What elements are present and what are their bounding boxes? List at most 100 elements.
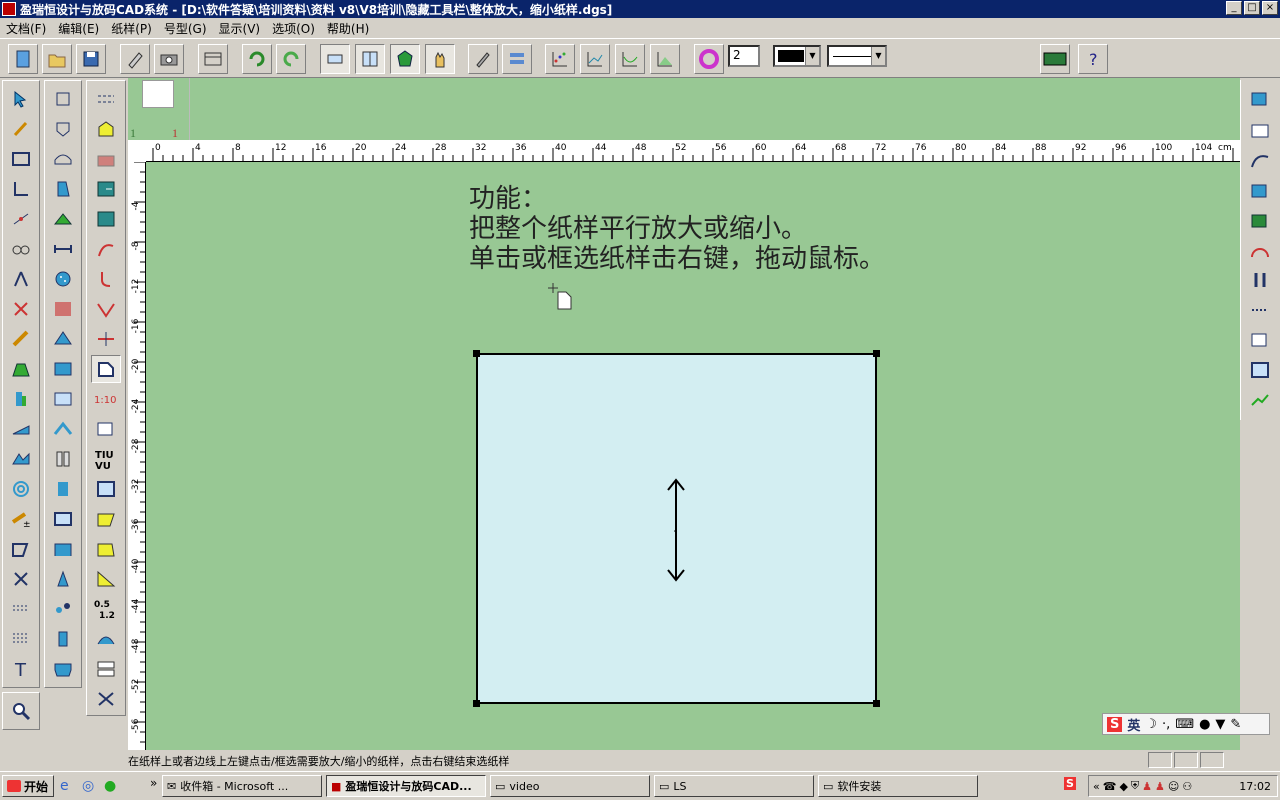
curve-chart-icon[interactable]: [615, 44, 645, 74]
sleeve-tool-icon[interactable]: [48, 175, 78, 203]
ratio-step-icon[interactable]: 0.5 1.2: [91, 595, 121, 623]
brush-icon[interactable]: [468, 44, 498, 74]
mirror-tool-icon[interactable]: [48, 385, 78, 413]
arrow-panel-icon[interactable]: [91, 175, 121, 203]
pocket-tool-icon[interactable]: [48, 115, 78, 143]
ie-icon[interactable]: e: [60, 778, 69, 794]
dotted-line-icon[interactable]: [1245, 296, 1275, 324]
wrench-icon[interactable]: ✎: [1230, 717, 1241, 732]
grade-chart-icon[interactable]: [580, 44, 610, 74]
menu-file[interactable]: 文档(F): [0, 20, 52, 37]
flip-tool-icon[interactable]: [48, 415, 78, 443]
align-tool-icon[interactable]: [1245, 266, 1275, 294]
pattern-piece[interactable]: [476, 353, 877, 704]
ime-toolbar[interactable]: S 英 ☽ ·, ⌨ ● ▼ ✎: [1102, 713, 1270, 735]
selection-handle[interactable]: [873, 350, 880, 357]
new-file-icon[interactable]: [8, 44, 38, 74]
hand-icon[interactable]: [425, 44, 455, 74]
network-icon[interactable]: ☎: [1103, 780, 1117, 793]
compass-tool-icon[interactable]: [6, 265, 36, 293]
gradient-chart-icon[interactable]: [650, 44, 680, 74]
arc-tool-icon[interactable]: [1245, 236, 1275, 264]
task-ls[interactable]: ▭ LS: [654, 775, 814, 797]
maximize-button[interactable]: □: [1244, 1, 1260, 15]
piece-tool-icon[interactable]: [48, 475, 78, 503]
collar-tool-icon[interactable]: [48, 145, 78, 173]
button-tool-icon[interactable]: [48, 265, 78, 293]
bend-tool-icon[interactable]: [91, 265, 121, 293]
undo-icon[interactable]: [242, 44, 272, 74]
pleat-tool-icon[interactable]: [6, 355, 36, 383]
grid-pattern-icon[interactable]: [355, 44, 385, 74]
table-icon[interactable]: [198, 44, 228, 74]
save-icon[interactable]: [76, 44, 106, 74]
pencil-icon[interactable]: [120, 44, 150, 74]
measure-grid-icon[interactable]: [91, 145, 121, 173]
task-video[interactable]: ▭ video: [490, 775, 650, 797]
menu-edit[interactable]: 编辑(E): [52, 20, 105, 37]
ime-mode[interactable]: 英: [1127, 715, 1140, 734]
curve-edit-icon[interactable]: [1245, 146, 1275, 174]
keyboard-icon[interactable]: ⌨: [1175, 717, 1194, 732]
building-tool-icon[interactable]: [91, 475, 121, 503]
spiral-tool-icon[interactable]: [6, 475, 36, 503]
selection-handle[interactable]: [473, 700, 480, 707]
scatter-icon[interactable]: [545, 44, 575, 74]
piece-info-icon[interactable]: [91, 415, 121, 443]
close-button[interactable]: ×: [1262, 1, 1278, 15]
blue-piece-icon[interactable]: [1245, 176, 1275, 204]
security-icon[interactable]: ◆: [1119, 780, 1127, 793]
slope-tool-icon[interactable]: [6, 415, 36, 443]
layers-icon[interactable]: [502, 44, 532, 74]
measure-icon[interactable]: [48, 235, 78, 263]
hem-tool-icon[interactable]: [48, 655, 78, 683]
grid-fill-icon[interactable]: [48, 295, 78, 323]
cut-tool-icon[interactable]: [6, 565, 36, 593]
chevron-down-icon[interactable]: ▼: [805, 47, 819, 65]
sogou-tray-icon[interactable]: S: [1064, 777, 1076, 790]
color-select[interactable]: ▼: [773, 45, 821, 67]
sewing-tool-icon[interactable]: [91, 625, 121, 653]
help-icon[interactable]: ?: [1078, 44, 1108, 74]
workspace[interactable]: 1 1 0 4 8 12 16 20 24 28 32 36 40 44 48 52 56 60 64 68 72 7…: [128, 78, 1240, 750]
camera-icon[interactable]: [154, 44, 184, 74]
text-tool-icon[interactable]: T: [6, 655, 36, 683]
pleat-fold-icon[interactable]: [48, 535, 78, 563]
scissors-tool-icon[interactable]: [6, 295, 36, 323]
quicklaunch-more-icon[interactable]: »: [150, 776, 157, 790]
user-tray-icon[interactable]: ⚇: [1182, 780, 1192, 793]
shape-tool-icon[interactable]: [48, 565, 78, 593]
layout-tool-icon[interactable]: [1245, 326, 1275, 354]
print-icon[interactable]: [1245, 116, 1275, 144]
stitch-grid-icon[interactable]: [6, 625, 36, 653]
menu-size[interactable]: 号型(G): [158, 20, 213, 37]
quicklaunch-icon[interactable]: ●: [104, 778, 116, 794]
ratio-tool-icon[interactable]: 1:10: [91, 385, 121, 413]
tray-expand-icon[interactable]: «: [1093, 780, 1100, 793]
rectangle-tool-icon[interactable]: [6, 145, 36, 173]
shirt-icon[interactable]: ▼: [1215, 717, 1225, 732]
split-tool-icon[interactable]: [48, 445, 78, 473]
spread-tool-icon[interactable]: [91, 295, 121, 323]
yellow-piece-2-icon[interactable]: [91, 535, 121, 563]
chevron-down-icon[interactable]: ▼: [871, 47, 885, 65]
yellow-piece-3-icon[interactable]: [91, 565, 121, 593]
glasses-tool-icon[interactable]: [6, 235, 36, 263]
task-inbox[interactable]: ✉ 收件箱 - Microsoft ...: [162, 775, 322, 797]
house-tool-icon[interactable]: [91, 115, 121, 143]
node-tool-icon[interactable]: [91, 85, 121, 113]
start-button[interactable]: 开始: [2, 775, 54, 797]
panel-tool-icon[interactable]: [48, 355, 78, 383]
selection-handle[interactable]: [473, 350, 480, 357]
dart-tool-icon[interactable]: [6, 445, 36, 473]
color-wheel-icon[interactable]: [694, 44, 724, 74]
menu-options[interactable]: 选项(O): [266, 20, 321, 37]
pen-tool-icon[interactable]: [6, 115, 36, 143]
menu-view[interactable]: 显示(V): [213, 20, 267, 37]
green-piece-icon[interactable]: [1245, 206, 1275, 234]
selection-handle[interactable]: [873, 700, 880, 707]
task-software-install[interactable]: ▭ 软件安装: [818, 775, 978, 797]
user-icon[interactable]: ●: [1199, 717, 1210, 732]
fold-tool-icon[interactable]: [6, 385, 36, 413]
pattern-thumbnail[interactable]: [142, 80, 174, 108]
